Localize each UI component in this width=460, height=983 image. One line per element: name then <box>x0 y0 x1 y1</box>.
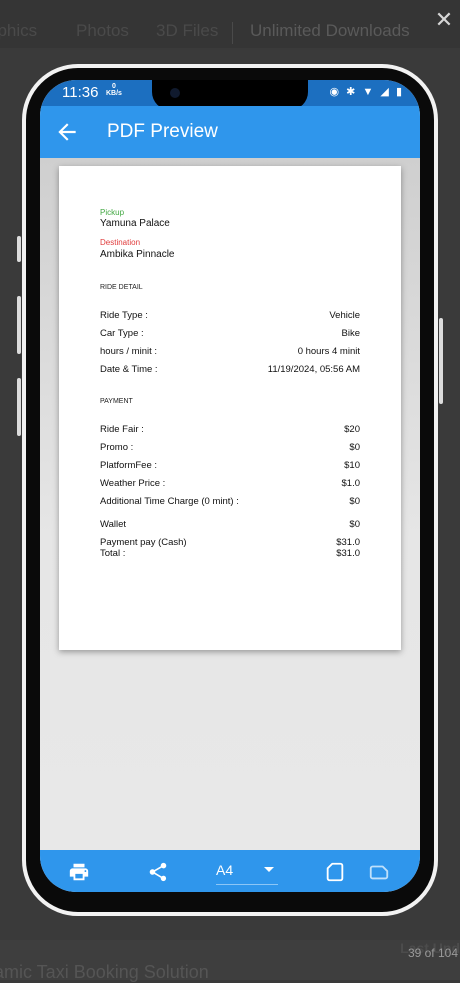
payment-row: Promo : $0 <box>100 442 360 456</box>
row-value: 11/19/2024, 05:56 AM <box>267 364 360 375</box>
phone-volume-up-button <box>17 296 21 354</box>
row-label: Date & Time : <box>100 364 158 375</box>
background-tab: Unlimited Downloads <box>250 21 410 40</box>
ride-detail-heading: RIDE DETAIL <box>100 284 143 291</box>
location-icon: ◉ <box>329 86 342 98</box>
payment-total-row: Total : $31.0 <box>100 548 360 562</box>
payment-row: Additional Time Charge (0 mint) : $0 <box>100 496 360 510</box>
status-icons: ◉ ✱ ▼ ◢ ▮ <box>330 85 405 98</box>
row-value: $0 <box>349 519 360 530</box>
row-value: $31.0 <box>336 548 360 559</box>
destination-value: Ambika Pinnacle <box>100 249 175 260</box>
background-tab: 3D Files <box>156 21 219 40</box>
row-value: 0 hours 4 minit <box>297 346 360 357</box>
network-speed-unit: KB/s <box>106 90 122 97</box>
phone-volume-down-button <box>17 378 21 436</box>
row-label: Car Type : <box>100 328 144 339</box>
chevron-down-icon <box>264 867 274 872</box>
paper-size-value: A4 <box>216 862 234 878</box>
row-label: Ride Fair : <box>100 424 144 435</box>
row-label: Weather Price : <box>100 478 166 489</box>
background-tabs: aphics Photos 3D Files Unlimited Downloa… <box>0 18 460 46</box>
row-label: Total : <box>100 548 126 559</box>
payment-row: Weather Price : $1.0 <box>100 478 360 492</box>
row-value: $0 <box>349 496 360 507</box>
battery-icon: ▮ <box>395 86 404 98</box>
payment-row: Ride Fair : $20 <box>100 424 360 438</box>
phone-action-button <box>17 236 21 262</box>
row-label: hours / minit : <box>100 346 158 357</box>
print-icon[interactable] <box>68 861 90 883</box>
row-value: $10 <box>344 460 360 471</box>
ride-detail-row: Date & Time : 11/19/2024, 05:56 AM <box>100 364 360 378</box>
ride-detail-row: hours / minit : 0 hours 4 minit <box>100 346 360 360</box>
row-label: Additional Time Charge (0 mint) : <box>100 496 239 507</box>
row-label: Promo : <box>100 442 134 453</box>
ride-detail-row: Car Type : Bike <box>100 328 360 342</box>
page-title: PDF Preview <box>107 121 218 142</box>
network-speed: 0 KB/s <box>106 83 122 97</box>
phone-power-button <box>439 318 443 404</box>
payment-row: Wallet $0 <box>100 519 360 533</box>
landscape-orientation-icon[interactable] <box>368 861 390 883</box>
background-tab: Photos <box>76 21 129 40</box>
app-bar: PDF Preview <box>40 106 420 158</box>
payment-row: PlatformFee : $10 <box>100 460 360 474</box>
pdf-viewer[interactable]: Pickup Yamuna Palace Destination Ambika … <box>40 158 420 850</box>
close-icon[interactable]: ✕ <box>432 8 456 32</box>
row-label: Wallet <box>100 519 127 530</box>
row-label: PlatformFee : <box>100 460 158 471</box>
pdf-page: Pickup Yamuna Palace Destination Ambika … <box>59 166 401 650</box>
phone-screen: 11:36 0 KB/s ◉ ✱ ▼ ◢ ▮ PDF Preview Picku… <box>40 80 420 892</box>
back-arrow-icon[interactable] <box>54 119 80 145</box>
ride-detail-row: Ride Type : Vehicle <box>100 310 360 324</box>
wifi-icon: ▼ <box>362 86 376 98</box>
row-value: $1.0 <box>341 478 361 489</box>
background-tab: aphics <box>0 21 38 40</box>
camera-icon <box>170 88 180 98</box>
row-label: Ride Type : <box>100 310 148 321</box>
row-value: Vehicle <box>329 310 360 321</box>
row-value: $31.0 <box>336 537 360 548</box>
paper-size-dropdown[interactable]: A4 <box>216 858 278 885</box>
background-divider <box>232 22 233 44</box>
row-label: Payment pay (Cash) <box>100 537 187 548</box>
network-speed-value: 0 <box>112 83 116 90</box>
signal-icon: ◢ <box>380 86 391 98</box>
row-value: $0 <box>349 442 360 453</box>
pickup-label: Pickup <box>100 208 125 217</box>
destination-label: Destination <box>100 238 141 247</box>
bluetooth-icon: ✱ <box>346 86 358 98</box>
image-counter: 39 of 104 <box>407 946 458 960</box>
row-value: $20 <box>344 424 360 435</box>
row-value: Bike <box>341 328 360 339</box>
status-time: 11:36 <box>62 84 99 101</box>
payment-heading: PAYMENT <box>100 398 133 405</box>
portrait-orientation-icon[interactable] <box>324 861 346 883</box>
pickup-value: Yamuna Palace <box>100 218 170 229</box>
pdf-action-bar: A4 <box>40 850 420 892</box>
share-icon[interactable] <box>147 861 169 883</box>
